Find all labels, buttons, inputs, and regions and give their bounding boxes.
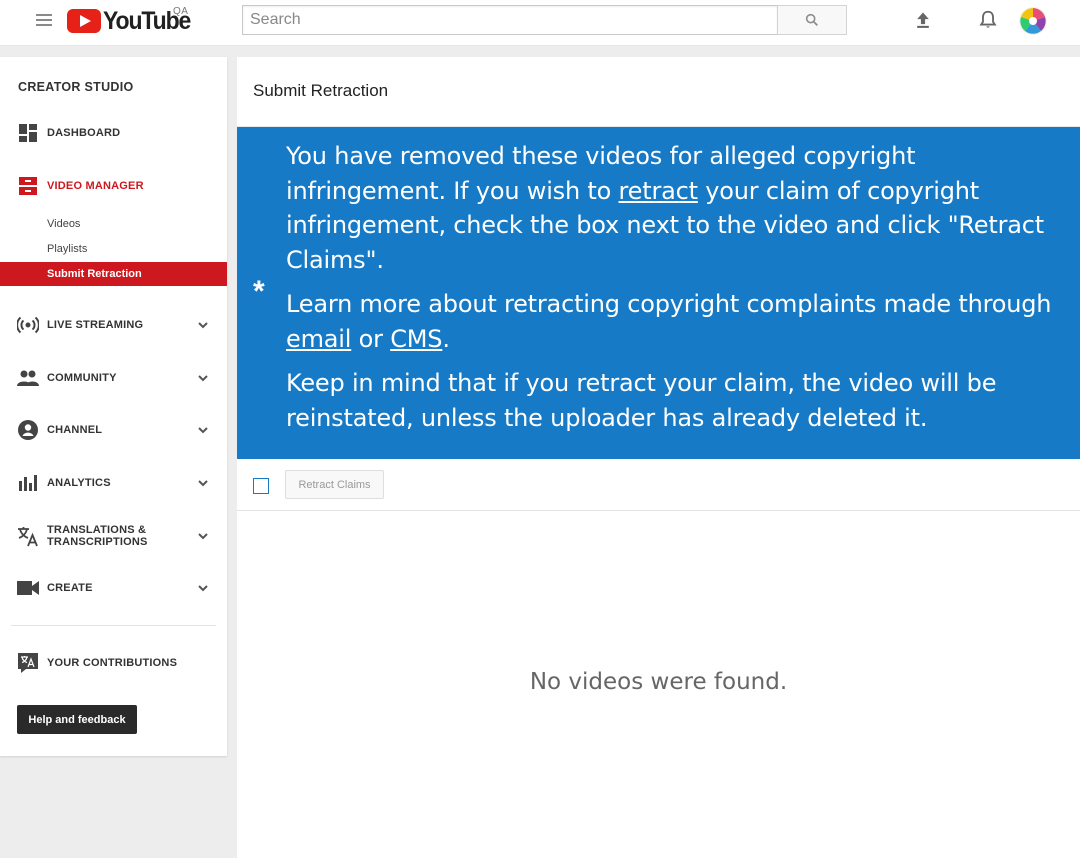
live-streaming-icon (17, 314, 39, 336)
sidebar-subitem-videos[interactable]: Videos (0, 212, 227, 236)
community-icon (17, 367, 39, 389)
sidebar-item-analytics[interactable]: ANALYTICS (0, 470, 227, 496)
main-content: Submit Retraction * You have removed the… (237, 57, 1080, 858)
sidebar-subitem-playlists[interactable]: Playlists (0, 237, 227, 261)
sidebar-item-your-contributions[interactable]: YOUR CONTRIBUTIONS (0, 650, 227, 676)
sidebar-item-label: CREATE (47, 582, 93, 594)
page-header: Submit Retraction (237, 57, 1080, 127)
select-all-checkbox[interactable] (253, 478, 269, 494)
sidebar-item-translations[interactable]: TRANSLATIONS & TRANSCRIPTIONS (0, 523, 227, 549)
sidebar-item-label: DASHBOARD (47, 127, 121, 139)
sidebar-item-label: TRANSLATIONS & TRANSCRIPTIONS (47, 524, 148, 548)
chevron-down-icon[interactable] (196, 423, 210, 437)
chevron-down-icon[interactable] (196, 581, 210, 595)
cms-link[interactable]: CMS (390, 325, 442, 353)
chevron-down-icon[interactable] (196, 371, 210, 385)
channel-icon (17, 419, 39, 441)
search-input[interactable] (242, 5, 778, 35)
notice-asterisk: * (253, 275, 265, 308)
sidebar-title: CREATOR STUDIO (18, 80, 134, 94)
dashboard-icon (17, 122, 39, 144)
notice-paragraph-3: Keep in mind that if you retract your cl… (286, 369, 997, 432)
sidebar-item-label: LIVE STREAMING (47, 319, 144, 331)
notice-banner: * You have removed these videos for alle… (237, 127, 1080, 459)
video-manager-icon (17, 175, 39, 197)
notice-paragraph-2: Learn more about retracting copyright co… (286, 290, 1052, 353)
search-bar (242, 5, 847, 35)
page-title: Submit Retraction (253, 81, 389, 100)
sidebar-item-video-manager[interactable]: VIDEO MANAGER (0, 173, 227, 199)
notice-text: You have removed these videos for allege… (286, 139, 1066, 445)
sidebar-item-label: COMMUNITY (47, 372, 117, 384)
search-icon (805, 13, 818, 26)
bell-icon (979, 10, 997, 28)
sidebar: CREATOR STUDIO DASHBOARD VIDEO MANAGER V… (0, 57, 227, 756)
sidebar-item-live-streaming[interactable]: LIVE STREAMING (0, 312, 227, 338)
youtube-play-icon (67, 9, 101, 33)
youtube-logo[interactable]: YouTube QA (67, 6, 198, 36)
sidebar-divider (11, 625, 216, 626)
help-feedback-button[interactable]: Help and feedback (17, 705, 137, 734)
sidebar-subitem-submit-retraction[interactable]: Submit Retraction (0, 262, 227, 286)
chevron-down-icon[interactable] (196, 476, 210, 490)
contributions-icon (17, 652, 39, 674)
translate-icon (17, 525, 39, 547)
notifications-button[interactable] (976, 8, 1000, 32)
sidebar-item-create[interactable]: CREATE (0, 575, 227, 601)
sidebar-item-community[interactable]: COMMUNITY (0, 365, 227, 391)
retract-claims-button[interactable]: Retract Claims (285, 470, 384, 499)
logo-badge: QA (173, 6, 189, 17)
notice-paragraph-1: You have removed these videos for allege… (286, 142, 1044, 274)
chevron-down-icon[interactable] (196, 529, 210, 543)
sidebar-item-dashboard[interactable]: DASHBOARD (0, 120, 227, 146)
sidebar-item-channel[interactable]: CHANNEL (0, 417, 227, 443)
sidebar-subitem-label: Videos (47, 218, 81, 230)
analytics-icon (17, 472, 39, 494)
sidebar-item-label: ANALYTICS (47, 477, 111, 489)
sidebar-subitem-label: Playlists (47, 243, 88, 255)
sidebar-subitem-label: Submit Retraction (47, 268, 142, 280)
avatar[interactable] (1019, 7, 1047, 35)
search-button[interactable] (777, 5, 847, 35)
masthead: YouTube QA (0, 0, 1080, 46)
sidebar-item-label: VIDEO MANAGER (47, 180, 144, 192)
upload-button[interactable] (911, 8, 935, 32)
retract-link[interactable]: retract (619, 177, 698, 205)
email-link[interactable]: email (286, 325, 351, 353)
menu-icon[interactable] (36, 14, 52, 26)
sidebar-item-label: YOUR CONTRIBUTIONS (47, 657, 178, 669)
action-toolbar: Retract Claims (237, 459, 1080, 511)
chevron-down-icon[interactable] (196, 318, 210, 332)
empty-state-message: No videos were found. (529, 669, 788, 695)
upload-icon (917, 12, 929, 28)
sidebar-item-label: CHANNEL (47, 424, 103, 436)
camera-icon (17, 577, 39, 599)
